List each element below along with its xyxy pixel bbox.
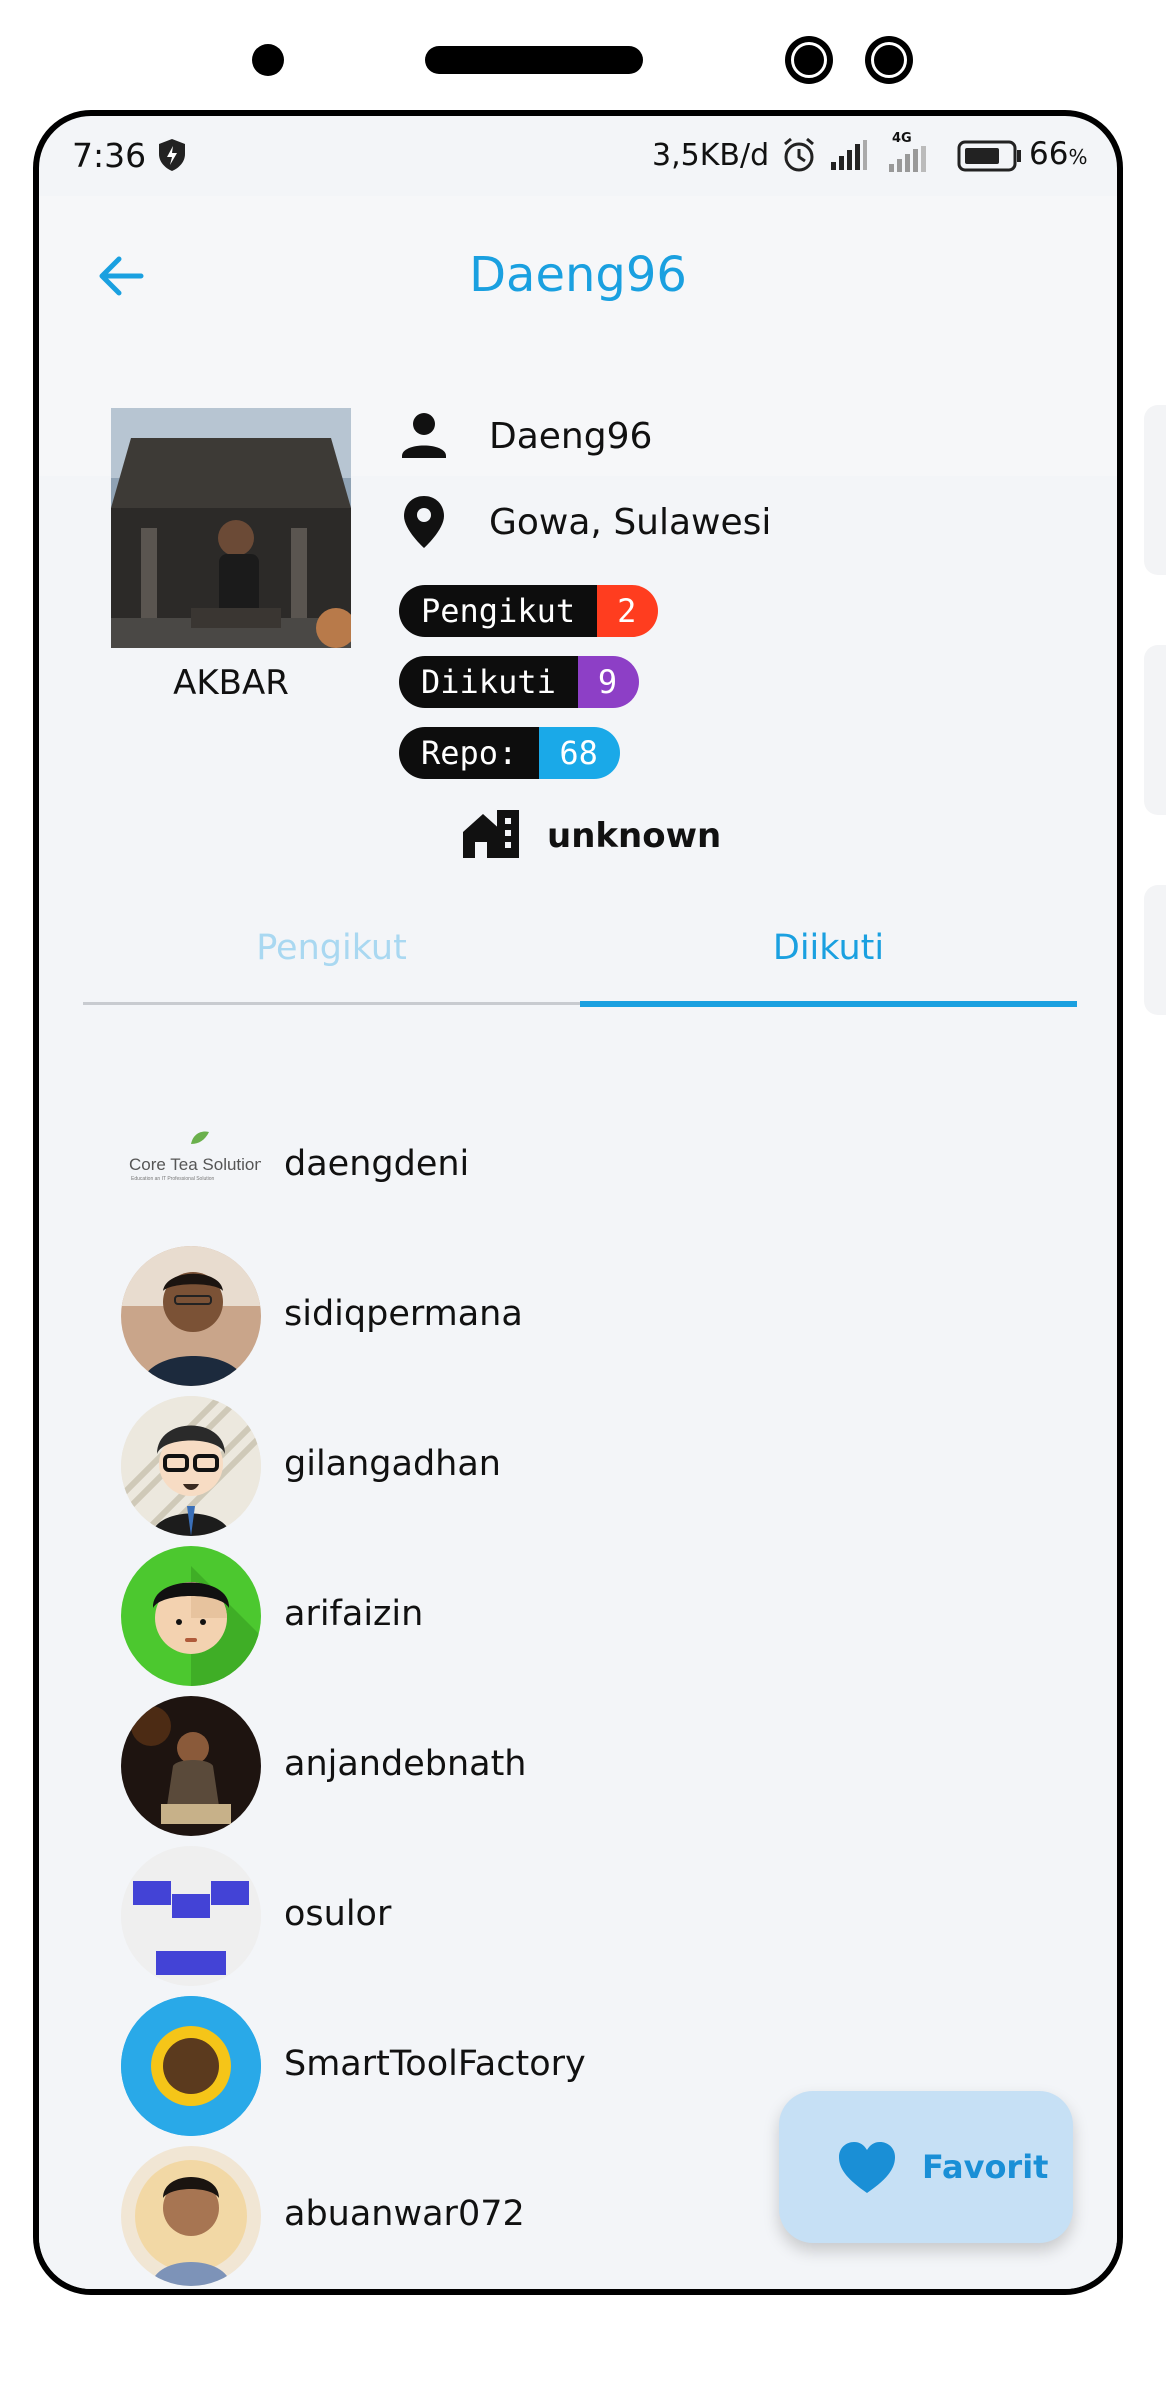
- signal-icon-secondary: [889, 146, 926, 172]
- avatar-cartoon: [121, 1396, 261, 1536]
- repo-badge-label: Repo:: [399, 727, 540, 779]
- phone-screen: 7:36 3,5KB/d 4G 66% Daeng96 AKBAR Daeng9…: [33, 110, 1123, 2295]
- display-name: AKBAR: [173, 663, 289, 703]
- logo-wordmark: Core Tea Solution: [129, 1155, 261, 1174]
- company-text: unknown: [547, 816, 722, 856]
- front-sensor-dot: [252, 44, 284, 76]
- profile-photo: [111, 408, 351, 648]
- user-login: abuanwar072: [284, 2194, 525, 2234]
- username-text: Daeng96: [489, 416, 653, 457]
- tab-bar: Pengikut Diikuti: [83, 896, 1077, 1007]
- side-panel-peek: [1144, 885, 1166, 1015]
- shield-icon: [159, 139, 185, 171]
- net-speed: 3,5KB/d: [652, 138, 770, 173]
- user-login: SmartToolFactory: [284, 2044, 586, 2084]
- sunflower-icon: [121, 1996, 261, 2136]
- battery-icon: [957, 140, 1021, 172]
- avatar-photo: [121, 1696, 261, 1836]
- user-avatar: [121, 1846, 261, 1986]
- user-avatar: [121, 1996, 261, 2136]
- following-badge-label: Diikuti: [399, 656, 578, 708]
- user-login: osulor: [284, 1894, 392, 1934]
- building-icon: [463, 810, 519, 858]
- user-avatar: [121, 1546, 261, 1686]
- avatar-photo: [121, 2146, 261, 2286]
- network-type: 4G: [892, 131, 912, 146]
- followers-badge-value: 2: [597, 585, 659, 637]
- user-login: gilangadhan: [284, 1444, 501, 1484]
- repo-badge: Repo: 68: [399, 727, 620, 779]
- person-icon: [402, 413, 446, 458]
- favorite-button-label: Favorit: [922, 2148, 1049, 2186]
- avatar-photo: [121, 1246, 261, 1386]
- avatar: [111, 408, 351, 648]
- heart-icon: [839, 2142, 895, 2193]
- tab-active-indicator: [580, 1001, 1077, 1007]
- side-panel-peek: [1144, 405, 1166, 575]
- location-text: Gowa, Sulawesi: [489, 502, 772, 543]
- following-badge-value: 9: [577, 656, 640, 708]
- followers-badge: Pengikut 2: [399, 585, 659, 637]
- battery-readout: 66%: [1029, 136, 1087, 172]
- list-item[interactable]: Core Tea Solution Education an IT Profes…: [121, 1096, 1021, 1236]
- page-title: Daeng96: [469, 247, 687, 303]
- followers-badge-label: Pengikut: [399, 585, 598, 637]
- user-login: daengdeni: [284, 1144, 470, 1184]
- earpiece-speaker: [425, 46, 643, 74]
- alarm-icon: [784, 137, 814, 172]
- tab-followers[interactable]: Pengikut: [83, 896, 580, 1000]
- front-camera-right: [865, 36, 913, 84]
- status-time: 7:36: [72, 136, 147, 175]
- battery-percent: 66: [1029, 136, 1069, 172]
- coretea-logo: Core Tea Solution Education an IT Profes…: [129, 1131, 261, 1182]
- user-avatar: [121, 1246, 261, 1386]
- user-login: anjandebnath: [284, 1744, 527, 1784]
- list-item[interactable]: anjandebnath: [121, 1696, 1021, 1836]
- user-avatar: [121, 1396, 261, 1536]
- repo-badge-value: 68: [539, 727, 620, 779]
- user-avatar: [121, 2146, 261, 2286]
- list-item[interactable]: sidiqpermana: [121, 1246, 1021, 1386]
- battery-unit: %: [1068, 145, 1088, 169]
- list-item[interactable]: gilangadhan: [121, 1396, 1021, 1536]
- identicon: [121, 1846, 261, 1986]
- list-item[interactable]: osulor: [121, 1846, 1021, 1986]
- user-login: arifaizin: [284, 1594, 424, 1634]
- tab-following[interactable]: Diikuti: [580, 896, 1077, 1000]
- avatar-cartoon-green: [121, 1546, 261, 1686]
- following-badge: Diikuti 9: [399, 656, 640, 708]
- location-pin-icon: [404, 496, 444, 548]
- favorite-button[interactable]: Favorit: [779, 2091, 1073, 2243]
- front-camera-left: [785, 36, 833, 84]
- list-item[interactable]: arifaizin: [121, 1546, 1021, 1686]
- user-avatar: [121, 1696, 261, 1836]
- signal-icon: [831, 140, 867, 170]
- user-login: sidiqpermana: [284, 1294, 523, 1334]
- side-panel-peek: [1144, 645, 1166, 815]
- status-bar: 7:36 3,5KB/d 4G 66%: [39, 116, 1117, 196]
- logo-tagline: Education an IT Professional Solution: [131, 1176, 215, 1182]
- user-avatar: Core Tea Solution Education an IT Profes…: [121, 1096, 261, 1236]
